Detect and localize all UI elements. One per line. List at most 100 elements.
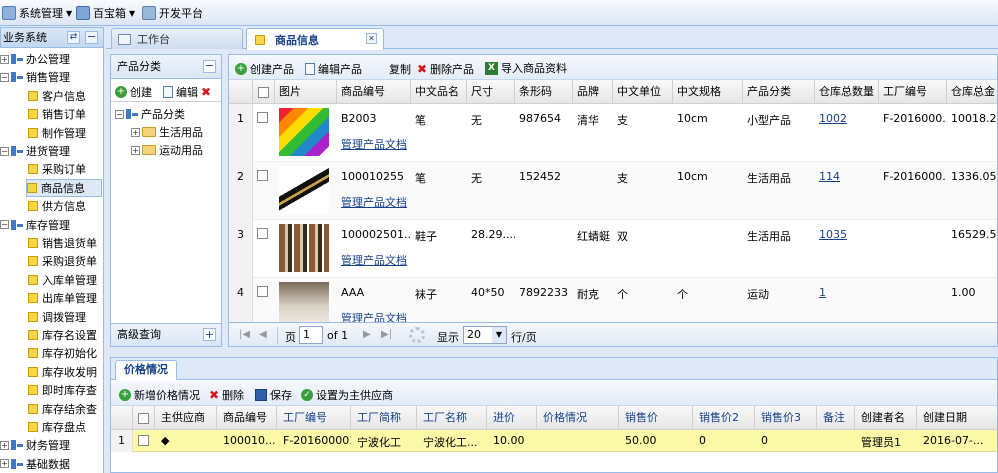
tab-workbench[interactable]: 工作台 bbox=[111, 28, 243, 49]
system-menu[interactable]: 系统管理 ▼ bbox=[2, 5, 72, 21]
category-tree-sports[interactable]: + 运动用品 bbox=[131, 141, 203, 159]
stock-link[interactable]: 114 bbox=[819, 170, 840, 183]
column-header[interactable]: 图片 bbox=[275, 80, 337, 104]
sidebar-group-22[interactable]: + 基础数据 bbox=[0, 455, 70, 473]
table-row[interactable]: 3 100002501... 鞋子 28.29.... 红蜻蜓双 生活用品 1035 1652… bbox=[229, 220, 997, 278]
product-image[interactable] bbox=[279, 224, 329, 272]
edit-category-button[interactable]: 编辑 ✖ bbox=[163, 84, 211, 100]
table-row[interactable]: 1 B2003 笔 无 987654 清华 支 10cm 小型产品 1002 F-2016000..… bbox=[229, 104, 997, 162]
column-header[interactable]: 价格情况 bbox=[537, 406, 619, 430]
product-image[interactable] bbox=[279, 166, 329, 214]
sidebar-item-13[interactable]: 出库单管理 bbox=[28, 289, 104, 307]
collapse-node-icon[interactable]: − bbox=[115, 109, 124, 119]
table-row[interactable]: 4 AAA 袜子 40*50 7892233 耐克 个 个 运动 1 1.00 管理产品文档 bbox=[229, 278, 997, 322]
collapse-node-icon[interactable]: − bbox=[0, 72, 9, 82]
sidebar-item-15[interactable]: 库存名设置 bbox=[28, 326, 104, 344]
sidebar-item-6[interactable]: 采购订单 bbox=[28, 160, 104, 178]
column-header[interactable]: 商品编号 bbox=[337, 80, 411, 104]
sidebar-item-7[interactable]: 商品信息 bbox=[26, 178, 102, 197]
copy-button[interactable]: 复制 bbox=[389, 61, 411, 77]
expand-node-icon[interactable]: + bbox=[0, 459, 9, 469]
column-header[interactable]: 品牌 bbox=[573, 80, 613, 104]
refresh-icon[interactable] bbox=[409, 327, 425, 343]
column-header[interactable]: 主供应商 bbox=[155, 406, 217, 430]
sidebar-group-0[interactable]: + 办公管理 bbox=[0, 50, 70, 68]
sidebar-item-14[interactable]: 调拨管理 bbox=[28, 308, 104, 326]
stock-link[interactable]: 1035 bbox=[819, 228, 847, 241]
sidebar-item-3[interactable]: 销售订单 bbox=[28, 105, 104, 123]
column-header[interactable]: 销售价3 bbox=[755, 406, 817, 430]
sidebar-group-9[interactable]: − 库存管理 bbox=[0, 216, 70, 234]
page-size-select[interactable]: 20 ▼ bbox=[463, 326, 507, 344]
column-header[interactable]: 工厂编号 bbox=[277, 406, 351, 430]
category-tree-daily[interactable]: + 生活用品 bbox=[131, 123, 203, 141]
add-price-button[interactable]: + 新增价格情况 bbox=[119, 387, 200, 403]
manage-docs-link[interactable]: 管理产品文档 bbox=[341, 194, 407, 210]
row-checkbox[interactable] bbox=[257, 112, 271, 126]
collapse-icon[interactable]: − bbox=[203, 60, 216, 73]
select-all-checkbox[interactable] bbox=[253, 80, 275, 104]
sidebar-item-17[interactable]: 库存收发明 bbox=[28, 363, 104, 381]
last-page-icon[interactable]: ▶| bbox=[381, 329, 392, 340]
column-header[interactable]: 销售价2 bbox=[693, 406, 755, 430]
sidebar-item-16[interactable]: 库存初始化 bbox=[28, 344, 104, 362]
column-header[interactable]: 商品编号 bbox=[217, 406, 277, 430]
row-checkbox[interactable] bbox=[257, 170, 271, 184]
sidebar-group-5[interactable]: − 进货管理 bbox=[0, 142, 70, 160]
manage-docs-link[interactable]: 管理产品文档 bbox=[341, 136, 407, 152]
sidebar-item-2[interactable]: 客户信息 bbox=[28, 87, 104, 105]
column-header[interactable]: 仓库总数量 bbox=[815, 80, 879, 104]
row-checkbox[interactable] bbox=[138, 435, 149, 449]
expand-node-icon[interactable]: + bbox=[0, 440, 9, 450]
column-header[interactable]: 工厂编号 bbox=[879, 80, 947, 104]
collapse-node-icon[interactable]: − bbox=[0, 220, 9, 230]
sidebar-item-12[interactable]: 入库单管理 bbox=[28, 271, 104, 289]
set-main-supplier-button[interactable]: ✓ 设置为主供应商 bbox=[301, 387, 393, 403]
manage-docs-link[interactable]: 管理产品文档 bbox=[341, 310, 407, 322]
column-header[interactable]: 条形码 bbox=[515, 80, 573, 104]
dev-platform-menu[interactable]: 开发平台 bbox=[142, 5, 203, 21]
column-header[interactable]: 中文规格 bbox=[673, 80, 743, 104]
sidebar-item-4[interactable]: 制作管理 bbox=[28, 124, 104, 142]
select-all-checkbox[interactable] bbox=[133, 406, 155, 430]
toolbox-menu[interactable]: 百宝箱 ▼ bbox=[76, 5, 135, 21]
category-tree-root[interactable]: − 产品分类 bbox=[115, 105, 185, 123]
column-header[interactable]: 仓库总金 bbox=[947, 80, 997, 104]
close-icon[interactable]: ✕ bbox=[366, 33, 377, 44]
column-header[interactable]: 创建日期 bbox=[917, 406, 997, 430]
product-image[interactable] bbox=[279, 282, 329, 322]
row-checkbox[interactable] bbox=[257, 286, 271, 300]
sidebar-item-11[interactable]: 采购退货单 bbox=[28, 252, 104, 270]
sidebar-item-18[interactable]: 即时库存查 bbox=[28, 381, 104, 399]
tab-product-info[interactable]: 商品信息 ✕ bbox=[246, 28, 384, 50]
delete-product-button[interactable]: ✖ 删除产品 bbox=[417, 61, 474, 77]
first-page-icon[interactable]: |◀ bbox=[239, 329, 250, 340]
expand-node-icon[interactable]: + bbox=[131, 145, 140, 155]
sidebar-item-10[interactable]: 销售退货单 bbox=[28, 234, 104, 252]
product-image[interactable] bbox=[279, 108, 329, 156]
sidebar-item-19[interactable]: 库存结余查 bbox=[28, 400, 104, 418]
delete-icon[interactable]: ✖ bbox=[201, 85, 211, 99]
stock-link[interactable]: 1002 bbox=[819, 112, 847, 125]
sidebar-item-20[interactable]: 库存盘点 bbox=[28, 418, 104, 436]
collapse-icon[interactable]: − bbox=[85, 31, 98, 44]
stock-link[interactable]: 1 bbox=[819, 286, 826, 299]
edit-product-button[interactable]: 编辑产品 bbox=[305, 61, 362, 77]
row-checkbox[interactable] bbox=[257, 228, 271, 242]
column-header[interactable]: 工厂名称 bbox=[417, 406, 487, 430]
column-header[interactable]: 进价 bbox=[487, 406, 537, 430]
column-header[interactable]: 销售价 bbox=[619, 406, 693, 430]
column-header[interactable]: 备注 bbox=[817, 406, 855, 430]
delete-price-button[interactable]: ✖ 删除 bbox=[209, 387, 244, 403]
column-header[interactable]: 工厂简称 bbox=[351, 406, 417, 430]
import-products-button[interactable]: X 导入商品资料 bbox=[485, 60, 567, 76]
table-row[interactable]: 2 100010255 笔 无 152452 支 10cm 生活用品 114 F-2016000.… bbox=[229, 162, 997, 220]
collapse-node-icon[interactable]: − bbox=[0, 146, 9, 156]
column-header[interactable]: 中文品名 bbox=[411, 80, 467, 104]
column-header[interactable]: 产品分类 bbox=[743, 80, 815, 104]
column-header[interactable]: 尺寸 bbox=[467, 80, 515, 104]
tab-price-info[interactable]: 价格情况 bbox=[115, 360, 177, 380]
expand-node-icon[interactable]: + bbox=[0, 54, 9, 64]
column-header[interactable]: 创建者名 bbox=[855, 406, 917, 430]
save-button[interactable]: 保存 bbox=[255, 387, 292, 403]
